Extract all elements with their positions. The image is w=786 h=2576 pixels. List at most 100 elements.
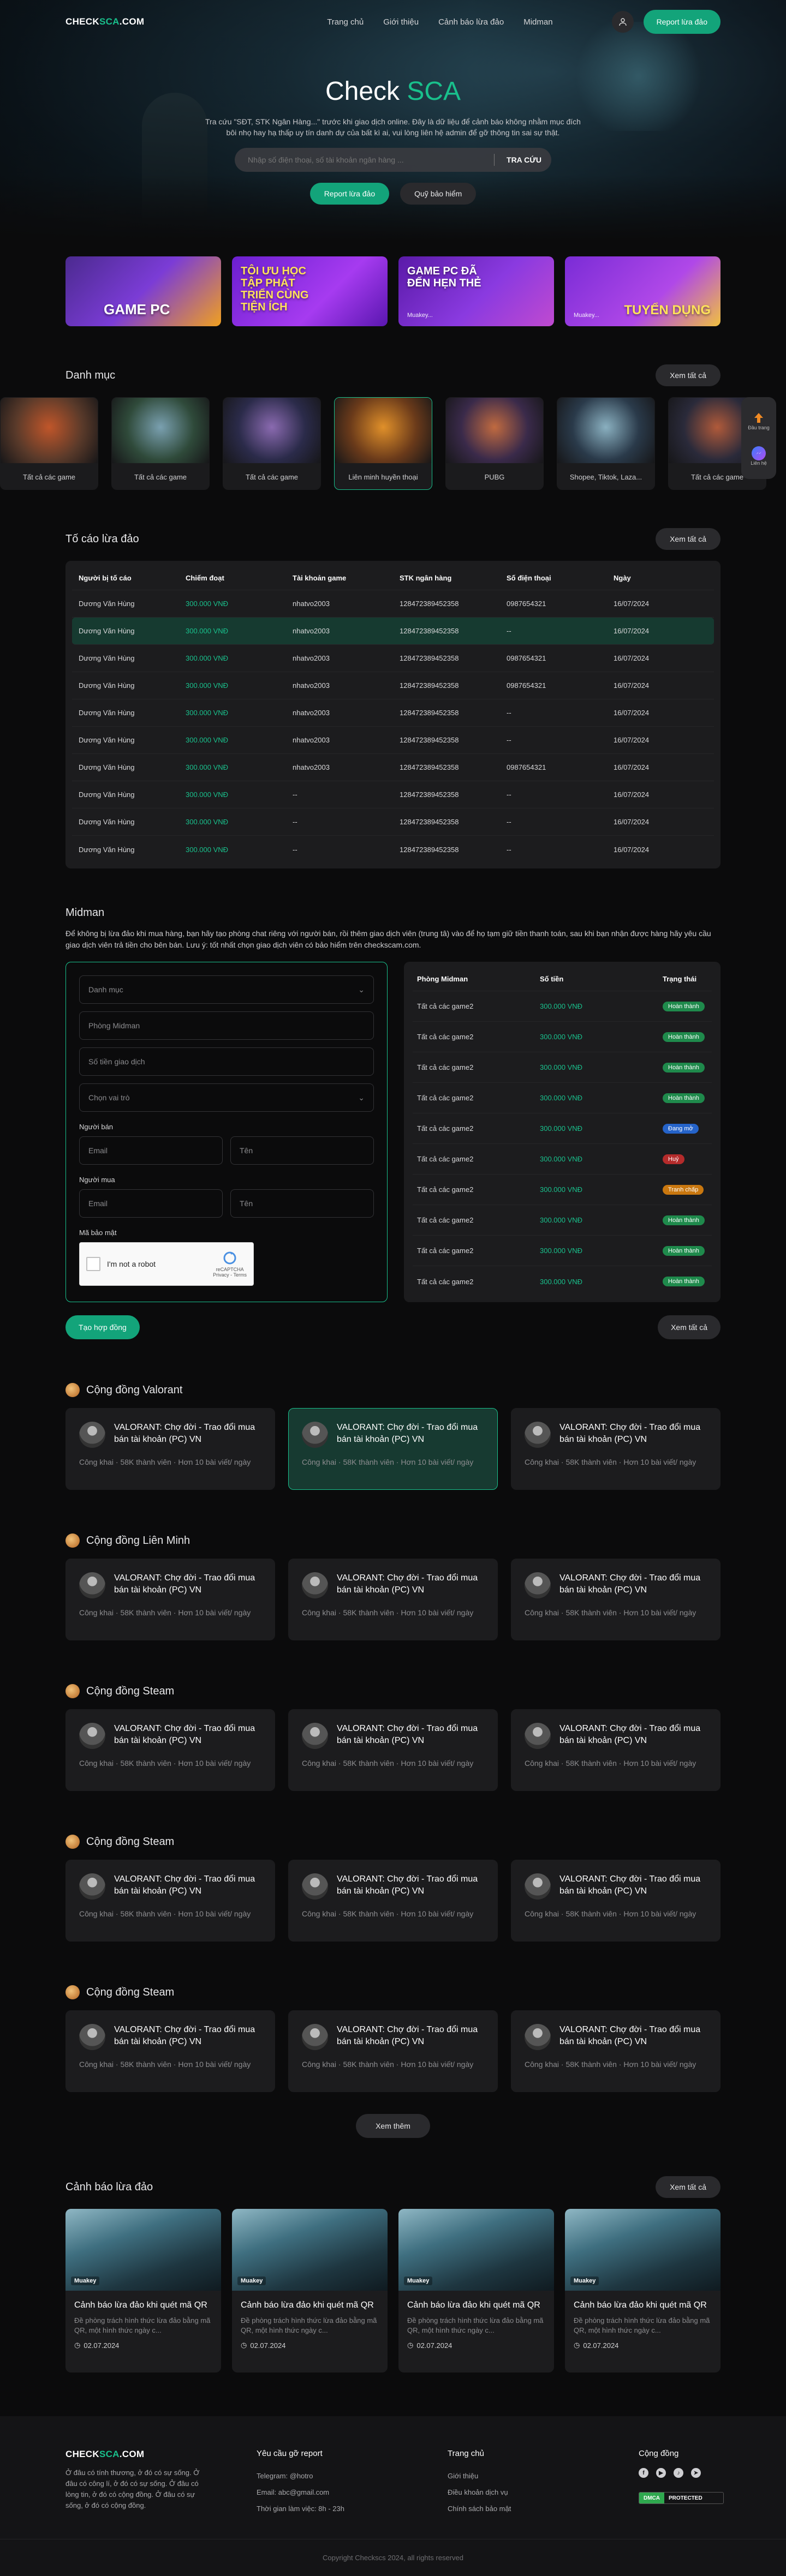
- create-contract-button[interactable]: Tạo hợp đồng: [66, 1315, 140, 1339]
- search-button[interactable]: TRA CỨU: [502, 155, 546, 164]
- community-card-top: VALORANT: Chợ đời - Trao đổi mua bán tài…: [302, 1572, 484, 1598]
- midman-row[interactable]: Tất cả các game2 300.000 VNĐ Hoàn thành: [413, 1266, 712, 1297]
- insurance-fund-button[interactable]: Quỹ bảo hiểm: [400, 183, 477, 205]
- telegram-icon[interactable]: ➤: [691, 2468, 701, 2478]
- nav-report-button[interactable]: Report lừa đảo: [643, 10, 720, 34]
- category-card[interactable]: PUBG: [445, 397, 544, 490]
- midman-row[interactable]: Tất cả các game2 300.000 VNĐ Đang mở: [413, 1113, 712, 1144]
- table-row[interactable]: Dương Văn Hùng 300.000 VNĐ nhatvo2003 12847…: [72, 618, 714, 645]
- categories-view-all-button[interactable]: Xem tất cả: [656, 364, 720, 386]
- midman-row[interactable]: Tất cả các game2 300.000 VNĐ Huỷ: [413, 1144, 712, 1175]
- seller-email-input[interactable]: Email: [79, 1136, 223, 1165]
- community-card[interactable]: VALORANT: Chợ đời - Trao đổi mua bán tài…: [288, 1408, 498, 1490]
- table-row[interactable]: Dương Văn Hùng 300.000 VNĐ -- 1284723894523…: [72, 836, 714, 863]
- reports-view-all-button[interactable]: Xem tất cả: [656, 528, 720, 550]
- community-card[interactable]: VALORANT: Chợ đời - Trao đổi mua bán tài…: [511, 1559, 720, 1640]
- community-card[interactable]: VALORANT: Chợ đời - Trao đổi mua bán tài…: [66, 1709, 275, 1791]
- community-info: Công khai · 58K thành viên · Hơn 10 bài …: [525, 1909, 696, 1918]
- category-card[interactable]: Tất cả các game: [223, 397, 321, 490]
- community-card-top: VALORANT: Chợ đời - Trao đổi mua bán tài…: [79, 1422, 261, 1448]
- midman-row[interactable]: Tất cả các game2 300.000 VNĐ Hoàn thành: [413, 991, 712, 1022]
- footer-link-terms[interactable]: Điều khoản dịch vụ: [448, 2484, 639, 2501]
- community-card[interactable]: VALORANT: Chợ đời - Trao đổi mua bán tài…: [66, 1408, 275, 1490]
- role-select[interactable]: Chọn vai trò ⌄: [79, 1083, 374, 1112]
- nav-link-1[interactable]: Giới thiệu: [383, 17, 419, 27]
- user-icon[interactable]: [611, 11, 634, 33]
- nav-link-2[interactable]: Cảnh báo lừa đảo: [438, 17, 504, 27]
- table-row[interactable]: Dương Văn Hùng 300.000 VNĐ nhatvo2003 12847…: [72, 727, 714, 754]
- nav-link-0[interactable]: Trang chủ: [327, 17, 364, 27]
- table-header: Người bị tố cáo Chiếm đoạt Tài khoản game S…: [72, 566, 714, 590]
- community-info: Công khai · 58K thành viên · Hơn 10 bài …: [302, 2060, 474, 2069]
- community-card[interactable]: VALORANT: Chợ đời - Trao đổi mua bán tài…: [66, 1559, 275, 1640]
- midman-view-all-button[interactable]: Xem tất cả: [658, 1315, 720, 1339]
- community-card[interactable]: VALORANT: Chợ đời - Trao đổi mua bán tài…: [511, 1860, 720, 1942]
- category-select[interactable]: Danh mục ⌄: [79, 975, 374, 1004]
- footer-email[interactable]: Email: abc@gmail.com: [257, 2484, 448, 2501]
- captcha-checkbox[interactable]: [86, 1257, 100, 1271]
- contact-button[interactable]: Liên hệ: [751, 446, 767, 466]
- banner-recruit[interactable]: TUYỂN DỤNG Muakey...: [565, 256, 720, 326]
- category-card[interactable]: Liên minh huyền thoại: [334, 397, 432, 490]
- youtube-icon[interactable]: ▶: [656, 2468, 666, 2478]
- community-card[interactable]: VALORANT: Chợ đời - Trao đổi mua bán tài…: [288, 1559, 498, 1640]
- midman-row[interactable]: Tất cả các game2 300.000 VNĐ Hoàn thành: [413, 1083, 712, 1113]
- tiktok-icon[interactable]: ♪: [674, 2468, 683, 2478]
- dmca-badge[interactable]: DMCA PROTECTED: [639, 2492, 724, 2504]
- midman-row[interactable]: Tất cả các game2 300.000 VNĐ Hoàn thành: [413, 1205, 712, 1236]
- table-row[interactable]: Dương Văn Hùng 300.000 VNĐ nhatvo2003 12847…: [72, 645, 714, 672]
- banner-study[interactable]: TÔI ƯU HỌC TẬP PHÁT TRIỂN CÙNG TIỆN ÍCH: [232, 256, 388, 326]
- room-input[interactable]: Phòng Midman: [79, 1011, 374, 1040]
- table-row[interactable]: Dương Văn Hùng 300.000 VNĐ nhatvo2003 12847…: [72, 672, 714, 699]
- midman-row[interactable]: Tất cả các game2 300.000 VNĐ Tranh chấp: [413, 1175, 712, 1205]
- category-card[interactable]: Tất cả các game: [111, 397, 210, 490]
- community-card[interactable]: VALORANT: Chợ đời - Trao đổi mua bán tài…: [66, 1860, 275, 1942]
- table-row[interactable]: Dương Văn Hùng 300.000 VNĐ nhatvo2003 12847…: [72, 699, 714, 727]
- column-header: Số tiền: [540, 975, 564, 983]
- community-card[interactable]: VALORANT: Chợ đời - Trao đổi mua bán tài…: [66, 2010, 275, 2092]
- load-more-button[interactable]: Xem thêm: [356, 2114, 430, 2138]
- banner-game-pc-2[interactable]: GAME PC ĐÃ ĐẾN HẸN THẺ Muakey...: [398, 256, 554, 326]
- nav-link-3[interactable]: Midman: [523, 17, 552, 27]
- hero-report-button[interactable]: Report lừa đảo: [309, 183, 390, 205]
- facebook-icon[interactable]: f: [639, 2468, 648, 2478]
- logo[interactable]: CHECKSCA.COM: [66, 16, 144, 27]
- search-input[interactable]: [248, 155, 487, 164]
- footer-pages-title[interactable]: Trang chủ: [448, 2449, 639, 2458]
- table-row[interactable]: Dương Văn Hùng 300.000 VNĐ -- 1284723894523…: [72, 781, 714, 808]
- footer-link-about[interactable]: Giới thiệu: [448, 2468, 639, 2484]
- warning-card[interactable]: Muakey Cảnh báo lừa đảo khi quét mã QR Đề …: [398, 2209, 554, 2373]
- warning-card[interactable]: Muakey Cảnh báo lừa đảo khi quét mã QR Đề …: [66, 2209, 221, 2373]
- buyer-name-input[interactable]: Tên: [230, 1189, 374, 1218]
- community-card[interactable]: VALORANT: Chợ đời - Trao đổi mua bán tài…: [288, 1860, 498, 1942]
- community-card[interactable]: VALORANT: Chợ đời - Trao đổi mua bán tài…: [511, 1408, 720, 1490]
- warning-card[interactable]: Muakey Cảnh báo lừa đảo khi quét mã QR Đề …: [232, 2209, 388, 2373]
- community-card[interactable]: VALORANT: Chợ đời - Trao đổi mua bán tài…: [288, 2010, 498, 2092]
- table-cell: 128472389452358: [400, 681, 459, 690]
- table-row[interactable]: Dương Văn Hùng 300.000 VNĐ -- 1284723894523…: [72, 808, 714, 836]
- community-card[interactable]: VALORANT: Chợ đời - Trao đổi mua bán tài…: [288, 1709, 498, 1791]
- table-row[interactable]: Dương Văn Hùng 300.000 VNĐ nhatvo2003 12847…: [72, 754, 714, 781]
- footer-link-privacy[interactable]: Chính sách bảo mật: [448, 2501, 639, 2517]
- footer-telegram[interactable]: Telegram: @hotro: [257, 2468, 448, 2484]
- table-cell: 128472389452358: [400, 627, 459, 635]
- community-name: VALORANT: Chợ đời - Trao đổi mua bán tài…: [559, 1573, 701, 1595]
- banner-sub: Muakey...: [574, 312, 599, 319]
- table-cell: --: [293, 845, 297, 854]
- seller-name-input[interactable]: Tên: [230, 1136, 374, 1165]
- warnings-view-all-button[interactable]: Xem tất cả: [656, 2176, 720, 2198]
- midman-row[interactable]: Tất cả các game2 300.000 VNĐ Hoàn thành: [413, 1022, 712, 1052]
- community-card[interactable]: VALORANT: Chợ đời - Trao đổi mua bán tài…: [511, 1709, 720, 1791]
- scroll-top-button[interactable]: Đầu trang: [748, 411, 770, 430]
- amount-input[interactable]: Số tiền giao dịch: [79, 1047, 374, 1076]
- category-card[interactable]: Tất cả các game: [0, 397, 98, 490]
- community-card[interactable]: VALORANT: Chợ đời - Trao đổi mua bán tài…: [511, 2010, 720, 2092]
- table-row[interactable]: Dương Văn Hùng 300.000 VNĐ nhatvo2003 12847…: [72, 590, 714, 618]
- warning-card[interactable]: Muakey Cảnh báo lừa đảo khi quét mã QR Đề …: [565, 2209, 720, 2373]
- category-card[interactable]: Shopee, Tiktok, Laza...: [557, 397, 655, 490]
- midman-row[interactable]: Tất cả các game2 300.000 VNĐ Hoàn thành: [413, 1052, 712, 1083]
- midman-row[interactable]: Tất cả các game2 300.000 VNĐ Hoàn thành: [413, 1236, 712, 1266]
- footer-logo[interactable]: CHECKSCA.COM: [66, 2449, 257, 2460]
- banner-game-pc[interactable]: GAME PC: [66, 256, 221, 326]
- buyer-email-input[interactable]: Email: [79, 1189, 223, 1218]
